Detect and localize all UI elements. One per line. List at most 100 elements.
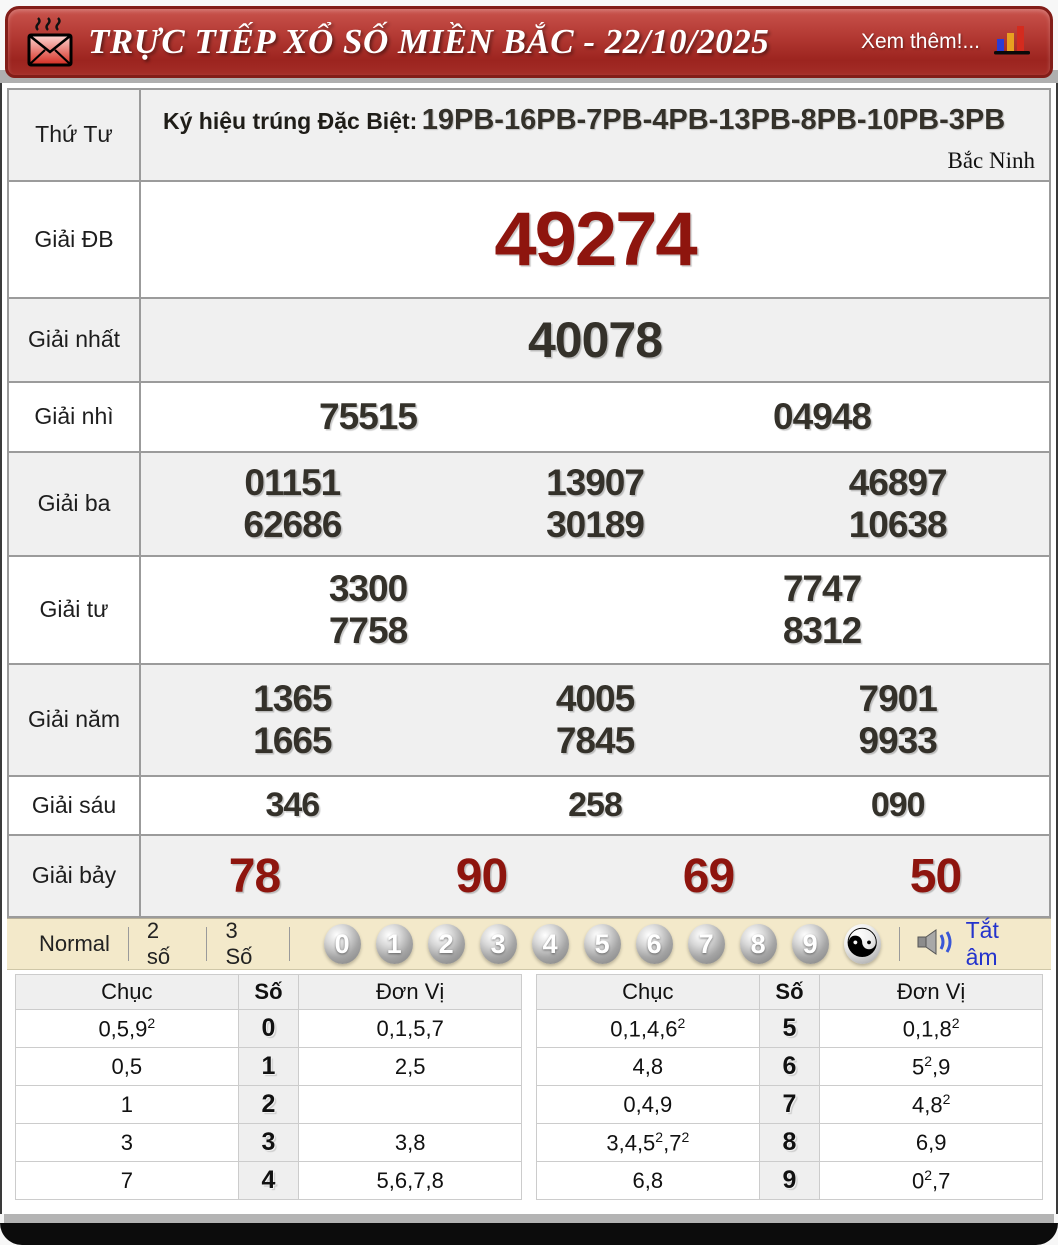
units-cell: 2,5 xyxy=(298,1047,522,1086)
digit-cell: 7 xyxy=(758,1085,821,1124)
units-cell: 6,9 xyxy=(819,1123,1043,1162)
prize-number: 258 xyxy=(568,786,623,824)
prize-number: 9933 xyxy=(858,720,938,761)
col-header-units: Đơn Vị xyxy=(819,974,1043,1010)
stats-row: 7 4 5,6,7,8 xyxy=(15,1161,522,1200)
bottom-frame-outer xyxy=(0,1223,1058,1245)
speaker-icon xyxy=(916,927,958,962)
ball-2[interactable]: 2 xyxy=(427,924,465,964)
mode-2-digits[interactable]: 2 số xyxy=(129,918,207,970)
lottery-results-widget: TRỰC TIẾP XỔ SỐ MIỀN BẮC - 22/10/2025 Xe… xyxy=(0,6,1058,1245)
ball-0[interactable]: 0 xyxy=(323,924,361,964)
stats-row: 4,8 6 52,9 xyxy=(536,1047,1043,1086)
mode-normal[interactable]: Normal xyxy=(21,931,128,957)
see-more-link[interactable]: Xem thêm!... xyxy=(861,30,980,54)
prize-number: 50 xyxy=(909,849,962,903)
stats-row: 3,4,52,72 8 6,9 xyxy=(536,1123,1043,1162)
mute-button[interactable]: Tắt âm xyxy=(916,917,1037,971)
digit-statistics: Chục Số Đơn Vị 0,5,92 0 0,1,5,7 0,5 1 2,… xyxy=(7,970,1051,1212)
stats-row: 1 2 xyxy=(15,1085,522,1124)
prize-row-sixth: Giải sáu 346 258 090 xyxy=(9,777,1049,836)
prize-label: Giải năm xyxy=(9,665,141,775)
mode-3-digits[interactable]: 3 Số xyxy=(207,918,288,970)
prize-number: 01151 xyxy=(244,462,341,503)
ball-5[interactable]: 5 xyxy=(583,924,621,964)
page-title: TRỰC TIẾP XỔ SỐ MIỀN BẮC - 22/10/2025 xyxy=(88,22,770,61)
stats-header-row: Chục Số Đơn Vị xyxy=(536,974,1043,1010)
tens-cell: 4,8 xyxy=(536,1047,760,1086)
digit-cell: 6 xyxy=(758,1047,821,1086)
tens-cell: 0,5 xyxy=(15,1047,239,1086)
digit-balls: 0 1 2 3 4 5 6 7 8 9 ☯ xyxy=(323,924,881,964)
prize-label: Giải nhì xyxy=(9,383,141,451)
prize-label: Giải ĐB xyxy=(9,182,141,297)
prize-number: 49274 xyxy=(494,197,697,282)
prize-label: Giải tư xyxy=(9,557,141,663)
ball-1[interactable]: 1 xyxy=(375,924,413,964)
tens-cell: 0,4,9 xyxy=(536,1085,760,1124)
tens-cell: 3 xyxy=(15,1123,239,1162)
prize-number: 90 xyxy=(455,849,508,903)
tens-cell: 1 xyxy=(15,1085,239,1124)
prize-number: 1365 xyxy=(253,678,332,719)
stats-table-left: Chục Số Đơn Vị 0,5,92 0 0,1,5,7 0,5 1 2,… xyxy=(15,974,522,1200)
mail-icon xyxy=(26,14,74,70)
ball-9[interactable]: 9 xyxy=(791,924,829,964)
prize-number: 62686 xyxy=(243,504,342,545)
prize-row-seventh: Giải bảy 78 90 69 50 xyxy=(9,836,1049,918)
units-cell: 4,82 xyxy=(819,1085,1043,1124)
tens-cell: 0,1,4,62 xyxy=(536,1009,760,1048)
prize-row-third: Giải ba 01151 13907 46897 62686 30189 10… xyxy=(9,453,1049,557)
prize-number: 7901 xyxy=(858,678,938,719)
tens-cell: 6,8 xyxy=(536,1161,760,1200)
ball-3[interactable]: 3 xyxy=(479,924,517,964)
units-cell: 52,9 xyxy=(819,1047,1043,1086)
ball-7[interactable]: 7 xyxy=(687,924,725,964)
tens-cell: 3,4,52,72 xyxy=(536,1123,760,1162)
prize-number: 10638 xyxy=(848,504,948,545)
prize-number: 346 xyxy=(265,786,320,824)
ball-8[interactable]: 8 xyxy=(739,924,777,964)
prize-row-special: Giải ĐB 49274 xyxy=(9,182,1049,299)
stats-row: 6,8 9 02,7 xyxy=(536,1161,1043,1200)
yin-yang-icon[interactable]: ☯ xyxy=(843,924,881,964)
col-header-units: Đơn Vị xyxy=(298,974,522,1010)
prize-row-second: Giải nhì 75515 04948 xyxy=(9,383,1049,453)
stats-row: 0,5 1 2,5 xyxy=(15,1047,522,1086)
prize-label: Giải nhất xyxy=(9,299,141,381)
units-cell xyxy=(298,1085,522,1124)
col-header-digit: Số xyxy=(237,974,300,1010)
stats-row: 0,1,4,62 5 0,1,82 xyxy=(536,1009,1043,1048)
units-cell: 3,8 xyxy=(298,1123,522,1162)
results-table: Thứ Tư Ký hiệu trúng Đặc Biệt: 19PB-16PB… xyxy=(7,88,1051,918)
prize-number: 7845 xyxy=(555,720,635,761)
prize-row-fourth: Giải tư 3300 7747 7758 8312 xyxy=(9,557,1049,665)
prize-row-fifth: Giải năm 1365 4005 7901 1665 7845 9933 xyxy=(9,665,1049,777)
digit-cell: 5 xyxy=(758,1009,821,1048)
units-cell: 0,1,5,7 xyxy=(298,1009,522,1048)
header-bar: TRỰC TIẾP XỔ SỐ MIỀN BẮC - 22/10/2025 Xe… xyxy=(5,6,1053,78)
prize-row-first: Giải nhất 40078 xyxy=(9,299,1049,383)
prize-number: 69 xyxy=(682,849,735,903)
col-header-tens: Chục xyxy=(15,974,239,1010)
control-bar: Normal 2 số 3 Số 0 1 2 3 4 5 6 7 8 9 ☯ T… xyxy=(7,917,1051,971)
ball-6[interactable]: 6 xyxy=(635,924,673,964)
info-row: Thứ Tư Ký hiệu trúng Đặc Biệt: 19PB-16PB… xyxy=(9,90,1049,182)
separator xyxy=(288,927,290,961)
prize-number: 7758 xyxy=(328,610,408,651)
prize-number: 4005 xyxy=(555,678,635,719)
ball-4[interactable]: 4 xyxy=(531,924,569,964)
prize-number: 46897 xyxy=(848,462,948,503)
prize-number: 13907 xyxy=(546,462,645,503)
digit-cell: 1 xyxy=(237,1047,300,1086)
header-right: Xem thêm!... xyxy=(861,23,1032,62)
prize-label: Giải bảy xyxy=(9,836,141,916)
prize-number: 7747 xyxy=(782,568,862,609)
bottom-frame-inner xyxy=(4,1214,1054,1223)
province-name: Bắc Ninh xyxy=(947,148,1035,173)
weekday-label: Thứ Tư xyxy=(9,90,141,180)
tens-cell: 0,5,92 xyxy=(15,1009,239,1048)
bar-chart-icon[interactable] xyxy=(992,23,1032,62)
symbol-line: Ký hiệu trúng Đặc Biệt: 19PB-16PB-7PB-4P… xyxy=(163,98,1035,143)
prize-number: 8312 xyxy=(782,610,862,651)
